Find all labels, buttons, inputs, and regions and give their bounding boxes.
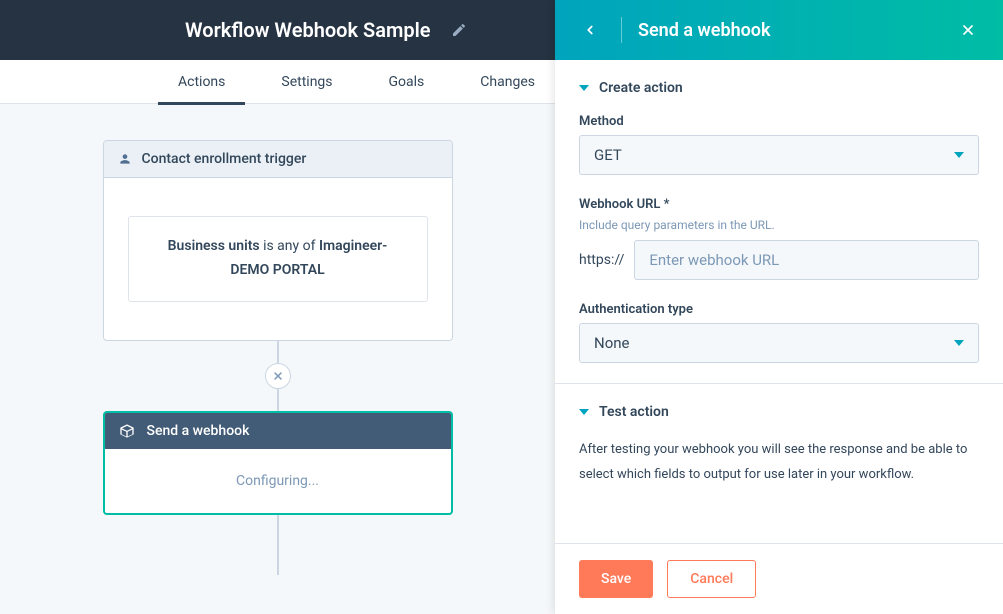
test-action-section-toggle[interactable]: Test action <box>579 404 979 420</box>
side-panel: Send a webhook Create action Method GET … <box>555 0 1003 614</box>
chevron-down-icon <box>579 409 589 415</box>
trigger-card-header: Contact enrollment trigger <box>104 141 452 178</box>
test-action-description: After testing your webhook you will see … <box>579 438 979 487</box>
section-divider <box>555 383 1003 384</box>
connector-line <box>277 515 279 575</box>
connector-line <box>277 389 279 411</box>
auth-type-label: Authentication type <box>579 302 979 317</box>
chevron-down-icon <box>579 85 589 91</box>
webhook-url-help: Include query parameters in the URL. <box>579 218 979 232</box>
cube-icon <box>119 423 135 439</box>
back-button[interactable] <box>575 15 605 45</box>
action-title: Send a webhook <box>147 423 250 439</box>
webhook-action-card[interactable]: Send a webhook Configuring... <box>103 411 453 515</box>
tab-settings[interactable]: Settings <box>253 60 360 104</box>
method-label: Method <box>579 114 979 129</box>
cancel-button[interactable]: Cancel <box>667 560 756 598</box>
edit-title-icon[interactable] <box>451 22 467 38</box>
webhook-url-label: Webhook URL * <box>579 197 979 212</box>
close-button[interactable] <box>953 15 983 45</box>
panel-title: Send a webhook <box>638 20 953 41</box>
trigger-title: Contact enrollment trigger <box>142 151 307 167</box>
panel-body: Create action Method GET Webhook URL * I… <box>555 60 1003 543</box>
caret-down-icon <box>954 340 964 346</box>
action-card-header: Send a webhook <box>105 413 451 449</box>
tab-goals[interactable]: Goals <box>361 60 453 104</box>
trigger-body: Business units is any of Imagineer-DEMO … <box>104 178 452 340</box>
tab-changes[interactable]: Changes <box>452 60 563 104</box>
auth-type-select[interactable]: None <box>579 323 979 363</box>
create-action-section-toggle[interactable]: Create action <box>579 80 979 96</box>
url-prefix: https:// <box>579 252 624 268</box>
contact-icon <box>118 152 132 166</box>
action-status: Configuring... <box>105 449 451 513</box>
workflow-canvas: Contact enrollment trigger Business unit… <box>0 104 555 575</box>
method-select[interactable]: GET <box>579 135 979 175</box>
delete-action-button[interactable] <box>265 363 291 389</box>
workflow-title: Workflow Webhook Sample <box>185 18 431 42</box>
webhook-url-input[interactable] <box>634 240 979 280</box>
save-button[interactable]: Save <box>579 560 653 598</box>
panel-footer: Save Cancel <box>555 543 1003 614</box>
caret-down-icon <box>954 152 964 158</box>
panel-header: Send a webhook <box>555 0 1003 60</box>
tab-actions[interactable]: Actions <box>150 60 253 104</box>
trigger-filter[interactable]: Business units is any of Imagineer-DEMO … <box>128 216 428 302</box>
enrollment-trigger-card[interactable]: Contact enrollment trigger Business unit… <box>103 140 453 341</box>
connector-line <box>277 341 279 363</box>
header-divider <box>621 17 622 43</box>
